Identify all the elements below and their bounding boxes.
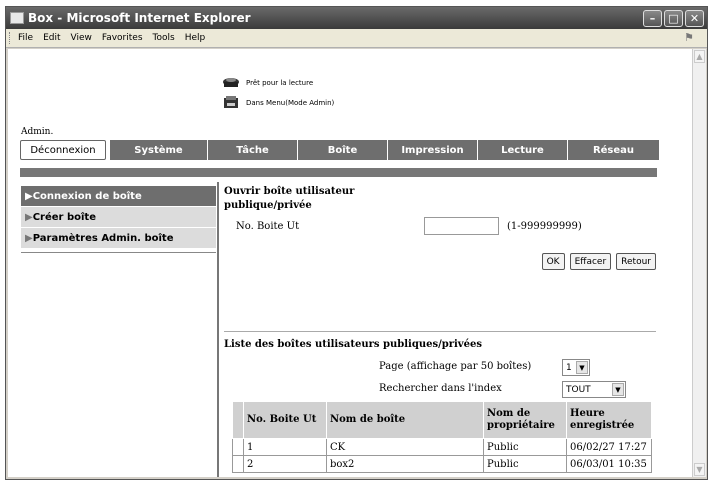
- cell-box-number: 2: [243, 455, 327, 473]
- sidebar-item-label: Connexion de boîte: [32, 190, 142, 202]
- sidebar: ▶ Connexion de boîte ▶ Créer boîte ▶ Par…: [21, 186, 216, 253]
- sidebar-item-connexion[interactable]: ▶ Connexion de boîte: [21, 186, 216, 206]
- maximize-icon[interactable]: □: [664, 9, 683, 27]
- box-table: No. Boite Ut Nom de boîte Nom de proprié…: [232, 401, 652, 473]
- cell-time: 06/02/27 17:27: [566, 438, 652, 456]
- menu-tools[interactable]: Tools: [148, 33, 180, 43]
- header-time: Heure enregistrée: [566, 401, 652, 439]
- header-stub: [232, 401, 244, 439]
- row-stub: [232, 455, 244, 473]
- box-number-input[interactable]: [424, 217, 499, 235]
- box-number-row: No. Boite Ut (1-999999999): [224, 217, 656, 239]
- menu-bar: File Edit View Favorites Tools Help ⚑: [6, 29, 707, 48]
- page-viewport: Prêt pour la lecture Dans Menu(Mode Admi…: [8, 49, 692, 477]
- main-content: Ouvrir boîte utilisateur publique/privée…: [224, 185, 656, 473]
- header-box-name: Nom de boîte: [326, 401, 484, 439]
- sidebar-item-label: Créer boîte: [32, 211, 96, 223]
- table-row[interactable]: 1 CK Public 06/02/27 17:27: [232, 438, 652, 456]
- cell-box-name[interactable]: box2: [326, 455, 484, 473]
- scroll-up-icon[interactable]: ▲: [694, 50, 705, 63]
- arrow-right-icon: ▶: [25, 211, 33, 223]
- row-stub: [232, 438, 244, 456]
- menu-help[interactable]: Help: [180, 33, 211, 43]
- tab-lecture[interactable]: Lecture: [478, 140, 568, 160]
- chevron-down-icon: ▼: [576, 361, 588, 374]
- box-list-title: Liste des boîtes utilisateurs publiques/…: [224, 339, 482, 350]
- table-row[interactable]: 2 box2 Public 06/03/01 10:35: [232, 455, 652, 473]
- cell-box-number: 1: [243, 438, 327, 456]
- cell-time: 06/03/01 10:35: [566, 455, 652, 473]
- page-label: Page (affichage par 50 boîtes): [379, 361, 532, 372]
- open-box-title: Ouvrir boîte utilisateur publique/privée: [224, 186, 355, 211]
- main-tabs: Déconnexion Système Tâche Boîte Impressi…: [20, 140, 660, 160]
- sidebar-item-parametres[interactable]: ▶ Paramètres Admin. boîte: [21, 228, 216, 248]
- menu-edit[interactable]: Edit: [38, 33, 65, 43]
- sidebar-divider: [21, 252, 216, 253]
- tab-impression[interactable]: Impression: [388, 140, 478, 160]
- table-header-row: No. Boite Ut Nom de boîte Nom de proprié…: [232, 401, 652, 439]
- title-bar: Box - Microsoft Internet Explorer – □ ✕: [6, 7, 707, 29]
- box-number-label: No. Boite Ut: [236, 221, 300, 232]
- tab-tache[interactable]: Tâche: [208, 140, 298, 160]
- vertical-scrollbar[interactable]: ▲ ▼: [692, 49, 706, 477]
- cell-box-name[interactable]: CK: [326, 438, 484, 456]
- tab-underline-band: [20, 168, 657, 177]
- menu-favorites[interactable]: Favorites: [97, 33, 148, 43]
- index-select[interactable]: TOUT ▼: [562, 381, 626, 398]
- sidebar-item-label: Paramètres Admin. boîte: [32, 232, 174, 244]
- chevron-down-icon: ▼: [612, 383, 624, 396]
- ok-button[interactable]: OK: [541, 253, 565, 270]
- tab-boite[interactable]: Boîte: [298, 140, 388, 160]
- scroll-down-icon[interactable]: ▼: [694, 463, 705, 476]
- window-title: Box - Microsoft Internet Explorer: [28, 11, 251, 25]
- windows-flag-icon: ⚑: [685, 31, 694, 44]
- logout-button[interactable]: Déconnexion: [20, 140, 106, 160]
- cell-owner: Public: [483, 438, 567, 456]
- ie-page-icon: [10, 12, 24, 24]
- admin-label: Admin.: [21, 127, 54, 137]
- browser-window: Box - Microsoft Internet Explorer – □ ✕ …: [5, 6, 708, 480]
- printer-ready-icon: [223, 78, 239, 87]
- menu-file[interactable]: File: [13, 33, 38, 43]
- content-divider: [217, 182, 219, 477]
- header-owner: Nom de propriétaire: [483, 401, 567, 439]
- device-status: Prêt pour la lecture Dans Menu(Mode Admi…: [222, 73, 334, 113]
- clear-button[interactable]: Effacer: [569, 253, 612, 270]
- minimize-icon[interactable]: –: [643, 9, 662, 27]
- cell-owner: Public: [483, 455, 567, 473]
- printer-admin-icon: [224, 96, 238, 108]
- tab-systeme[interactable]: Système: [110, 140, 208, 160]
- arrow-right-icon: ▶: [25, 232, 33, 244]
- page-select[interactable]: 1 ▼: [562, 359, 590, 376]
- page-select-value: 1: [566, 362, 572, 373]
- sidebar-item-creer[interactable]: ▶ Créer boîte: [21, 207, 216, 227]
- box-number-range: (1-999999999): [507, 221, 582, 232]
- index-label: Rechercher dans l'index: [379, 383, 502, 394]
- status-mode-text: Dans Menu(Mode Admin): [246, 99, 335, 107]
- header-box-number: No. Boite Ut: [243, 401, 327, 439]
- arrow-right-icon: ▶: [25, 190, 33, 202]
- index-select-value: TOUT: [566, 384, 591, 395]
- section-divider: [224, 331, 656, 332]
- menu-view[interactable]: View: [66, 33, 97, 43]
- close-icon[interactable]: ✕: [685, 9, 704, 27]
- tab-reseau[interactable]: Réseau: [568, 140, 660, 160]
- status-ready-text: Prêt pour la lecture: [246, 79, 314, 87]
- back-button[interactable]: Retour: [616, 253, 656, 270]
